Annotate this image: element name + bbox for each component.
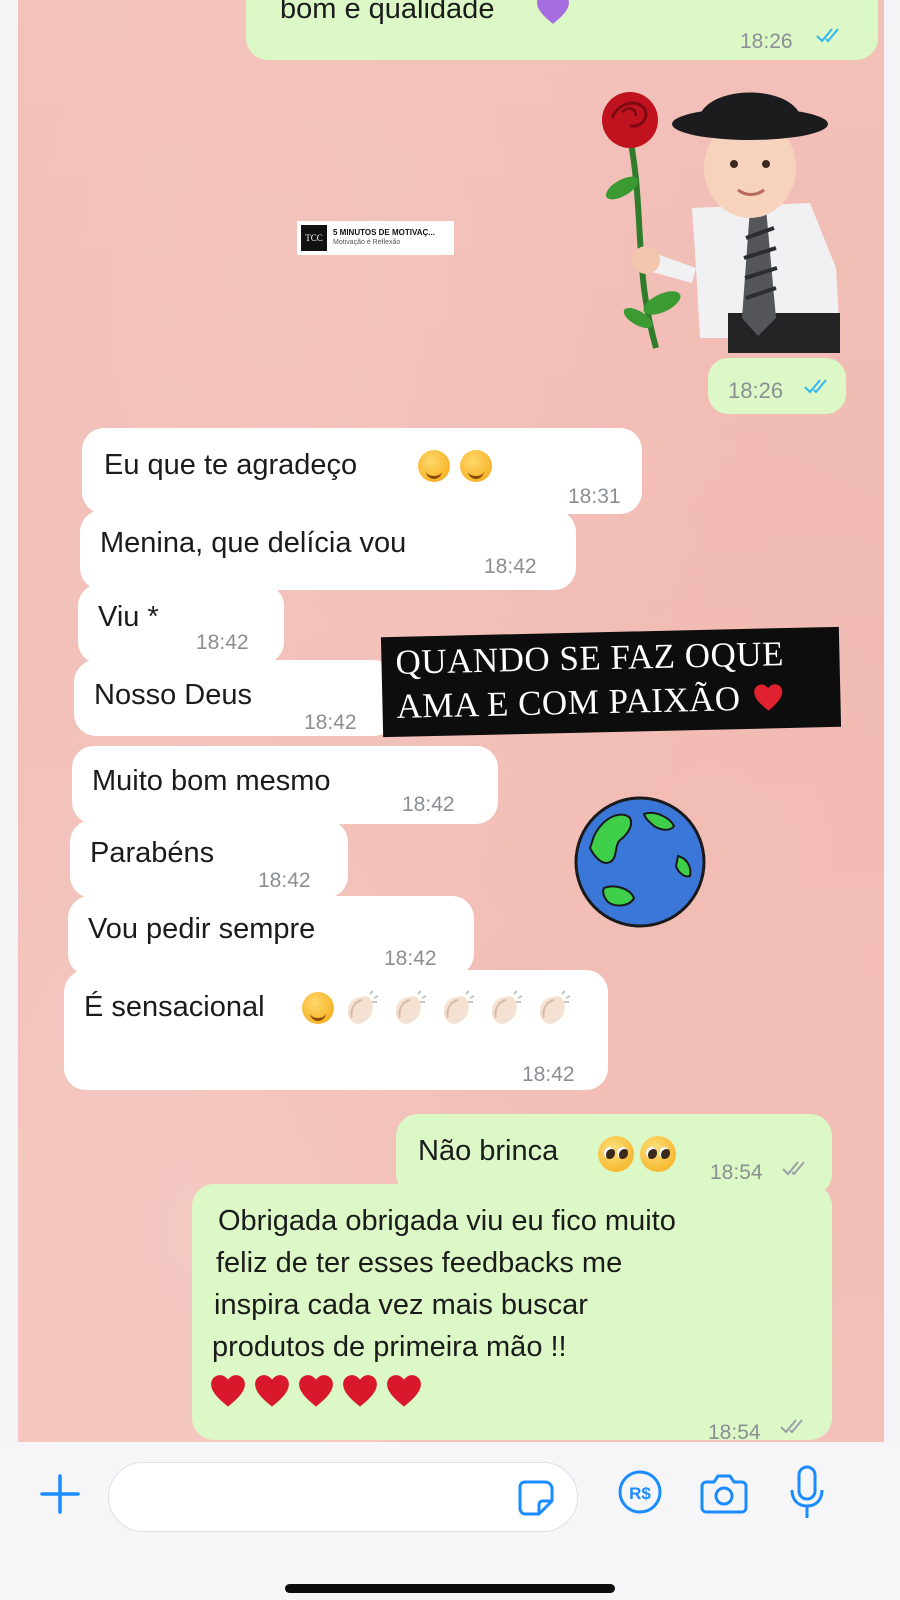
message-bubble-outgoing[interactable]: Obrigada obrigada viu eu fico muito feli… — [192, 1184, 832, 1442]
message-time: 18:54 — [708, 1421, 761, 1442]
message-text-line: Obrigada obrigada viu eu fico muito — [218, 1205, 676, 1237]
clapping-hands-icon — [492, 990, 523, 1024]
pleading-face-icon — [640, 1136, 676, 1172]
clapping-hands-icon — [540, 990, 571, 1024]
message-input-bar: R$ — [0, 1442, 900, 1600]
message-time: 18:26 — [740, 30, 793, 53]
delivered-receipt-icon — [780, 1419, 803, 1434]
watermark-subtitle: Motivação e Reflexão — [333, 239, 401, 246]
message-bubble-incoming[interactable]: Menina, que delícia vou 18:42 — [80, 510, 576, 590]
message-bubble-incoming[interactable]: Eu que te agradeço 18:31 — [82, 428, 642, 514]
message-time: 18:42 — [484, 555, 537, 578]
message-text: Muito bom mesmo — [92, 765, 331, 797]
payment-icon[interactable]: R$ — [616, 1468, 664, 1516]
caption-line-text: AMA E COM PAIXÃO — [396, 679, 741, 726]
home-indicator — [285, 1584, 615, 1593]
microphone-icon[interactable] — [788, 1464, 826, 1522]
watermark-badge: TCC 5 MINUTOS DE MOTIVAÇ... Motivação e … — [297, 221, 454, 255]
message-bubble-incoming[interactable]: Nosso Deus 18:42 — [74, 660, 396, 736]
chat-area[interactable]: bom e qualidade 18:26 TCC 5 MINUTOS DE M… — [18, 0, 884, 1442]
message-text: Nosso Deus — [94, 679, 252, 711]
message-input[interactable] — [108, 1462, 578, 1532]
smiling-face-with-hearts-icon — [302, 992, 334, 1024]
message-text: É sensacional — [84, 991, 265, 1023]
message-time: 18:31 — [568, 485, 621, 508]
watermark-logo: TCC — [301, 225, 327, 251]
message-time: 18:42 — [402, 793, 455, 816]
plus-icon[interactable] — [38, 1472, 82, 1516]
purple-heart-icon — [537, 0, 569, 24]
red-heart-icon — [211, 1375, 245, 1407]
watermark-title: 5 MINUTOS DE MOTIVAÇ... — [333, 228, 435, 237]
message-bubble-incoming[interactable]: Parabéns 18:42 — [70, 820, 348, 898]
clapping-hands-icon — [348, 990, 379, 1024]
message-text-line: produtos de primeira mão !! — [212, 1331, 567, 1363]
message-time: 18:42 — [196, 631, 249, 654]
message-time: 18:42 — [304, 711, 357, 734]
message-time: 18:26 — [728, 378, 784, 403]
smiling-face-with-hearts-icon — [460, 450, 492, 482]
message-time: 18:42 — [522, 1063, 575, 1086]
sticker-boy-with-rose[interactable] — [600, 68, 860, 358]
globe-sticker — [574, 796, 706, 928]
clapping-hands-icon — [396, 990, 427, 1024]
red-heart-icon — [754, 684, 783, 711]
red-heart-icon — [299, 1375, 333, 1407]
sticker-icon[interactable] — [517, 1479, 555, 1517]
pleading-face-icon — [598, 1136, 634, 1172]
message-text: Não brinca — [418, 1135, 559, 1167]
message-text: bom e qualidade — [280, 0, 495, 25]
read-receipt-icon — [816, 28, 839, 43]
clapping-hands-icon — [444, 990, 475, 1024]
message-time: 18:42 — [258, 869, 311, 892]
message-text: Parabéns — [90, 837, 215, 869]
delivered-receipt-icon — [782, 1161, 805, 1176]
message-bubble-incoming[interactable]: É sensacional 18:42 — [64, 970, 608, 1090]
message-text-line: feliz de ter esses feedbacks me — [216, 1247, 623, 1279]
red-heart-icon — [387, 1375, 421, 1407]
read-receipt-icon — [804, 379, 827, 394]
message-text: Vou pedir sempre — [88, 913, 316, 945]
red-heart-icon — [343, 1375, 377, 1407]
payment-icon-label: R$ — [629, 1484, 651, 1503]
message-bubble-outgoing[interactable]: bom e qualidade 18:26 — [246, 0, 878, 60]
smiling-face-with-hearts-icon — [418, 450, 450, 482]
message-bubble-incoming[interactable]: Muito bom mesmo 18:42 — [72, 746, 498, 824]
message-text: Menina, que delícia vou — [100, 527, 407, 559]
message-text-line: inspira cada vez mais buscar — [214, 1289, 588, 1321]
caption-line: AMA E COM PAIXÃO — [396, 675, 827, 729]
heart-emoji-row — [210, 1374, 430, 1410]
message-bubble-incoming[interactable]: Vou pedir sempre 18:42 — [68, 896, 474, 976]
message-bubble-incoming[interactable]: Viu * 18:42 — [78, 584, 284, 664]
camera-icon[interactable] — [700, 1472, 748, 1514]
sticker-timestamp-pill: 18:26 — [708, 358, 846, 414]
red-heart-icon — [255, 1375, 289, 1407]
message-text: Eu que te agradeço — [104, 449, 358, 481]
whatsapp-screen: bom e qualidade 18:26 TCC 5 MINUTOS DE M… — [0, 0, 900, 1600]
story-caption-overlay: QUANDO SE FAZ OQUE AMA E COM PAIXÃO — [380, 626, 842, 738]
message-text: Viu * — [98, 601, 159, 633]
